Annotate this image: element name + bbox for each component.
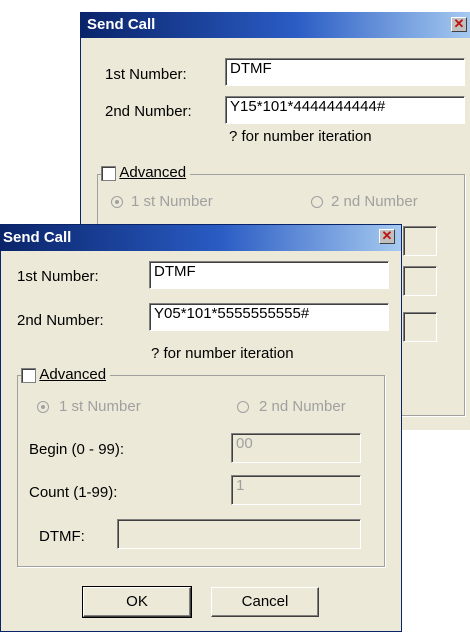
back-radio-second[interactable] [311,196,323,208]
close-icon[interactable]: ✕ [451,17,467,32]
count-field[interactable]: 1 [231,475,361,505]
back-titlebar[interactable]: Send Call ✕ [81,12,470,38]
back-second-number-label: 2nd Number: [105,103,192,120]
back-count-field [403,266,437,296]
ok-button[interactable]: OK [82,586,192,618]
begin-label: Begin (0 - 99): [29,441,125,458]
back-first-number-label: 1st Number: [105,66,187,83]
back-advanced-checkbox[interactable] [101,165,116,181]
back-radio-second-label: 2 nd Number [331,193,418,210]
back-advanced-wrap: Advanced [101,164,191,181]
count-label: Count (1-99): [29,484,118,501]
first-number-field[interactable]: DTMF [149,261,389,289]
hint-text: ? for number iteration [151,345,294,362]
back-radio-first[interactable] [111,196,123,208]
radio-first-number[interactable] [37,401,49,413]
back-begin-field [403,226,437,256]
back-second-number-field[interactable]: Y15*101*4444444444# [225,96,465,124]
dtmf-field[interactable] [117,519,361,549]
radio-first-number-label: 1 st Number [59,398,141,415]
cancel-button[interactable]: Cancel [211,587,319,617]
second-number-label: 2nd Number: [17,312,104,329]
back-hint-text: ? for number iteration [229,128,372,145]
front-titlebar[interactable]: Send Call ✕ [1,225,401,251]
begin-field[interactable]: 00 [231,433,361,463]
dtmf-label: DTMF: [39,528,85,545]
back-first-number-field[interactable]: DTMF [225,58,465,86]
back-dialog-title: Send Call [87,16,156,33]
second-number-field[interactable]: Y05*101*5555555555# [149,303,389,331]
close-icon[interactable]: ✕ [379,229,395,244]
front-dialog-title: Send Call [3,229,72,246]
advanced-checkbox[interactable] [21,367,36,383]
advanced-label: Advanced [39,366,107,383]
radio-second-number[interactable] [237,401,249,413]
advanced-wrap: Advanced [21,366,111,383]
first-number-label: 1st Number: [17,268,99,285]
back-advanced-label: Advanced [119,164,187,181]
radio-second-number-label: 2 nd Number [259,398,346,415]
front-dialog: Send Call ✕ 1st Number: DTMF 2nd Number:… [0,224,402,632]
back-radio-first-label: 1 st Number [131,193,213,210]
back-dtmf-field [403,312,437,342]
